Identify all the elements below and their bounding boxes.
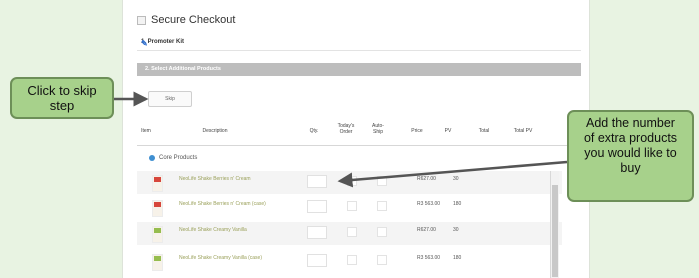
step-promoter-kit[interactable]: 1. Promoter Kit ✎: [137, 34, 581, 51]
product-thumbnail: [152, 200, 163, 217]
skip-button[interactable]: Skip: [148, 91, 192, 107]
quantity-input[interactable]: [307, 254, 327, 267]
header-total: Total: [478, 128, 490, 134]
lock-icon: [137, 15, 146, 25]
product-table-header: Item Description Qty. Today's Order Auto…: [137, 121, 573, 146]
product-pv: 180: [453, 255, 462, 261]
product-price: R627.00: [417, 227, 436, 233]
product-price: R3 563.00: [417, 255, 441, 261]
category-label: Core Products: [159, 155, 198, 161]
checkout-page: Secure Checkout 1. Promoter Kit ✎ 2. Sel…: [122, 0, 590, 278]
category-bullet-icon: [149, 155, 155, 161]
table-row: NeoLife Shake Creamy Vanilla R627.00 30: [137, 222, 562, 245]
step-additional-products: 2. Select Additional Products: [137, 63, 581, 76]
product-pv: 180: [453, 201, 462, 207]
product-description[interactable]: NeoLife Shake Creamy Vanilla: [179, 227, 247, 233]
product-price: R3 563.00: [417, 201, 441, 207]
header-description: Description: [202, 128, 228, 134]
header-qty: Qty.: [309, 128, 319, 134]
skip-step-callout: Click to skip step: [10, 77, 114, 119]
quantity-input[interactable]: [307, 175, 327, 188]
header-auto-ship: Auto- Ship: [372, 123, 384, 135]
table-row: NeoLife Shake Berries n' Cream R627.00 3…: [137, 171, 562, 194]
quantity-input[interactable]: [307, 200, 327, 213]
header-total-pv: Total PV: [513, 128, 533, 134]
product-description[interactable]: NeoLife Shake Berries n' Cream: [179, 176, 251, 182]
table-row: NeoLife Shake Creamy Vanilla (case) R3 5…: [137, 250, 562, 273]
add-products-callout: Add the number of extra products you wou…: [567, 110, 694, 202]
edit-icon[interactable]: ✎: [141, 39, 577, 48]
step-additional-products-label: 2. Select Additional Products: [145, 66, 221, 72]
header-price: Price: [411, 128, 423, 134]
todays-order-checkbox[interactable]: [347, 176, 357, 186]
product-thumbnail: [152, 226, 163, 243]
page-title: Secure Checkout: [137, 14, 235, 26]
product-description[interactable]: NeoLife Shake Creamy Vanilla (case): [179, 255, 262, 261]
product-pv: 30: [453, 227, 459, 233]
product-price: R627.00: [417, 176, 436, 182]
scrollbar-thumb[interactable]: [552, 185, 558, 277]
add-products-callout-text: Add the number of extra products you wou…: [583, 116, 678, 175]
quantity-input[interactable]: [307, 226, 327, 239]
product-description[interactable]: NeoLife Shake Berries n' Cream (case): [179, 201, 266, 207]
auto-ship-checkbox[interactable]: [377, 201, 387, 211]
todays-order-checkbox[interactable]: [347, 201, 357, 211]
todays-order-checkbox[interactable]: [347, 227, 357, 237]
product-pv: 30: [453, 176, 459, 182]
product-thumbnail: [152, 254, 163, 271]
skip-step-callout-text: Click to skip step: [27, 83, 97, 113]
category-core-products[interactable]: Core Products: [149, 155, 197, 161]
product-list-scrollbar[interactable]: [550, 171, 559, 278]
header-item: Item: [141, 128, 151, 134]
header-pv: PV: [444, 128, 452, 134]
auto-ship-checkbox[interactable]: [377, 255, 387, 265]
header-todays-order: Today's Order: [337, 123, 355, 135]
todays-order-checkbox[interactable]: [347, 255, 357, 265]
page-title-text: Secure Checkout: [151, 14, 236, 26]
table-row: NeoLife Shake Berries n' Cream (case) R3…: [137, 196, 562, 219]
auto-ship-checkbox[interactable]: [377, 176, 387, 186]
product-thumbnail: [152, 175, 163, 192]
auto-ship-checkbox[interactable]: [377, 227, 387, 237]
